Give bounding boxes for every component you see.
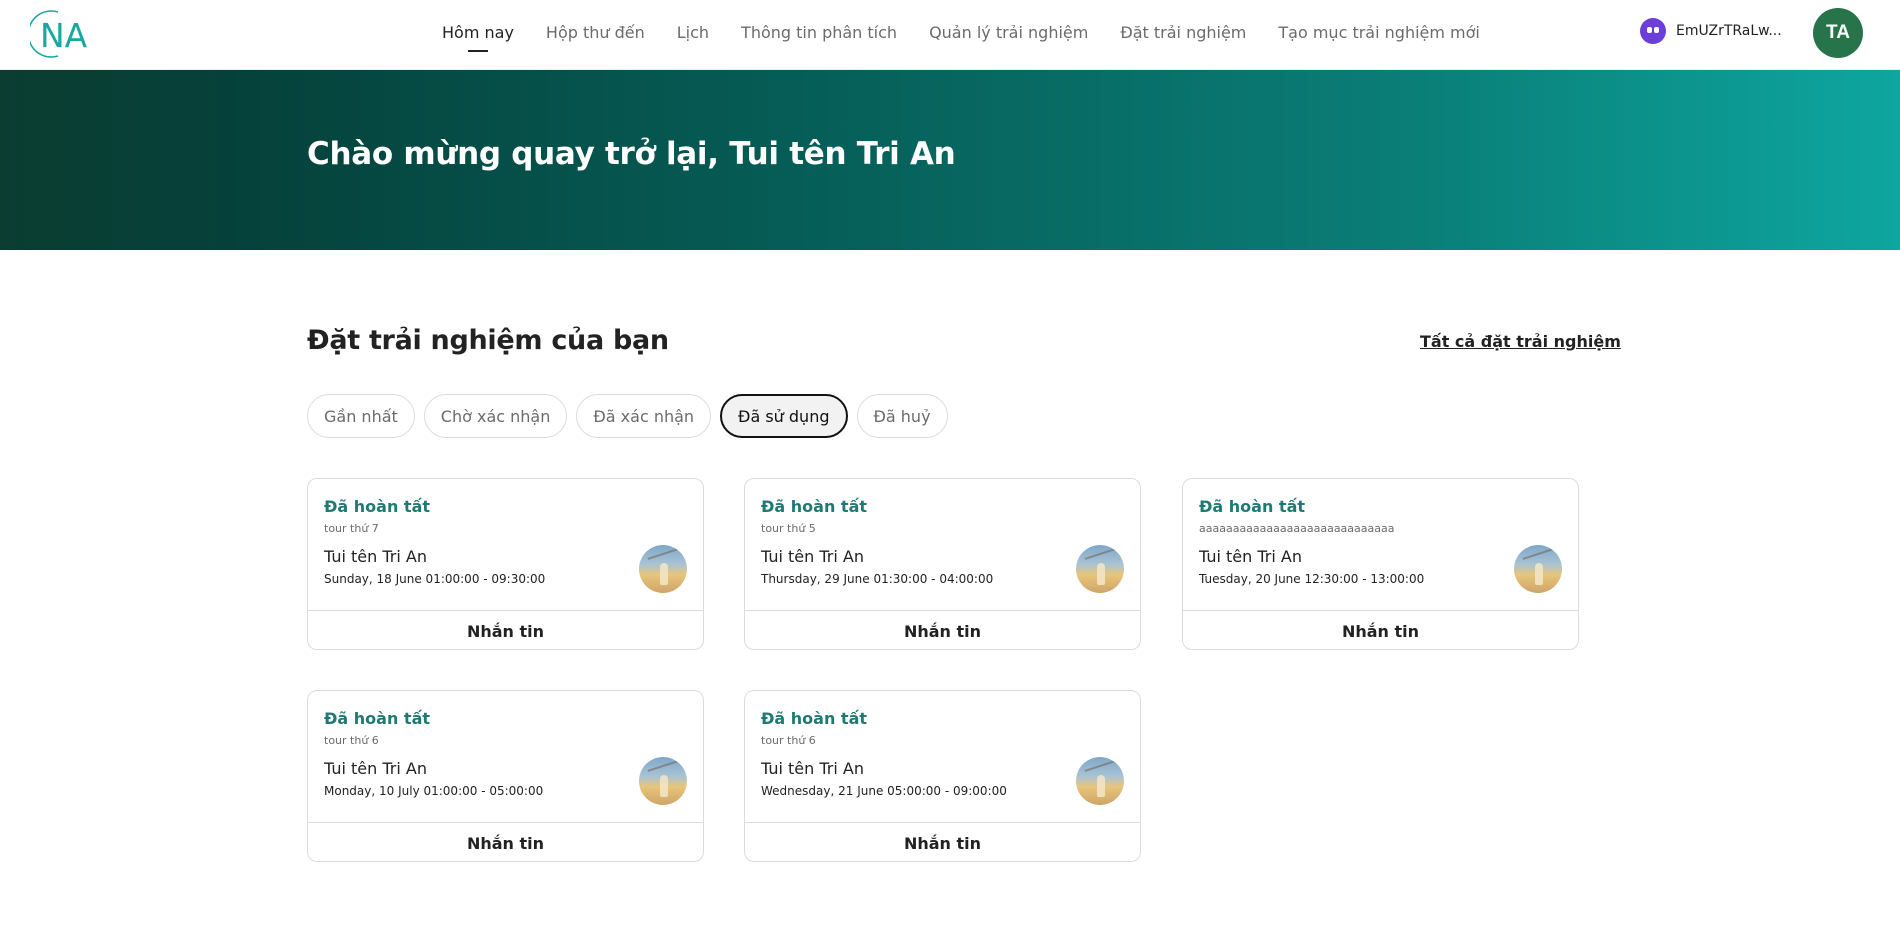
booking-time: Sunday, 18 June 01:00:00 - 09:30:00 xyxy=(324,572,546,586)
booking-status: Đã hoàn tất xyxy=(324,497,431,516)
booking-card: Đã hoàn tất tour thứ 5 Tui tên Tri An Th… xyxy=(744,478,1141,650)
booking-host-name: Tui tên Tri An xyxy=(324,547,427,566)
wallet-ghost-icon xyxy=(1640,18,1666,44)
wallet-account[interactable]: EmUZrTRaLw... xyxy=(1640,18,1782,44)
booking-time: Tuesday, 20 June 12:30:00 - 13:00:00 xyxy=(1199,572,1425,586)
booking-card: Đã hoàn tất tour thứ 7 Tui tên Tri An Su… xyxy=(307,478,704,650)
welcome-banner: Chào mừng quay trở lại, Tui tên Tri An xyxy=(0,70,1900,250)
nav-calendar[interactable]: Lịch xyxy=(661,0,725,70)
message-button[interactable]: Nhắn tin xyxy=(308,611,703,649)
nav-insights[interactable]: Thông tin phân tích xyxy=(725,0,913,70)
booking-card: Đã hoàn tất aaaaaaaaaaaaaaaaaaaaaaaaaaaa… xyxy=(1182,478,1579,650)
guest-photo xyxy=(639,757,687,805)
booking-time: Thursday, 29 June 01:30:00 - 04:00:00 xyxy=(761,572,994,586)
guest-photo xyxy=(1076,545,1124,593)
booking-host-name: Tui tên Tri An xyxy=(761,547,864,566)
booking-tour-name: tour thứ 6 xyxy=(761,734,816,747)
user-avatar[interactable]: TA xyxy=(1813,8,1863,58)
guest-photo xyxy=(1076,757,1124,805)
message-button[interactable]: Nhắn tin xyxy=(1183,611,1578,649)
na-logo[interactable]: NA xyxy=(27,8,96,60)
booking-tour-name: tour thứ 6 xyxy=(324,734,379,747)
booking-filter-tabs: Gần nhất Chờ xác nhận Đã xác nhận Đã sử … xyxy=(307,394,948,438)
booking-host-name: Tui tên Tri An xyxy=(1199,547,1302,566)
welcome-title: Chào mừng quay trở lại, Tui tên Tri An xyxy=(307,136,956,172)
message-button[interactable]: Nhắn tin xyxy=(745,611,1140,649)
guest-photo xyxy=(639,545,687,593)
wallet-address: EmUZrTRaLw... xyxy=(1676,23,1782,39)
booking-host-name: Tui tên Tri An xyxy=(324,759,427,778)
booking-time: Monday, 10 July 01:00:00 - 05:00:00 xyxy=(324,784,544,798)
nav-bookings[interactable]: Đặt trải nghiệm xyxy=(1104,0,1262,70)
booking-tour-name: aaaaaaaaaaaaaaaaaaaaaaaaaaaaa xyxy=(1199,522,1395,535)
guest-photo xyxy=(1514,545,1562,593)
booking-status: Đã hoàn tất xyxy=(761,497,868,516)
booking-card: Đã hoàn tất tour thứ 6 Tui tên Tri An We… xyxy=(744,690,1141,862)
booking-host-name: Tui tên Tri An xyxy=(761,759,864,778)
logo-text: NA xyxy=(40,16,88,55)
top-navigation-bar: NA Hôm nay Hộp thư đến Lịch Thông tin ph… xyxy=(0,0,1900,70)
booking-tour-name: tour thứ 5 xyxy=(761,522,816,535)
booking-time: Wednesday, 21 June 05:00:00 - 09:00:00 xyxy=(761,784,1007,798)
booking-tour-name: tour thứ 7 xyxy=(324,522,379,535)
filter-cancelled[interactable]: Đã huỷ xyxy=(856,394,948,438)
booking-status: Đã hoàn tất xyxy=(761,709,868,728)
filter-pending[interactable]: Chờ xác nhận xyxy=(423,394,568,438)
booking-status: Đã hoàn tất xyxy=(1199,497,1306,516)
all-bookings-link[interactable]: Tất cả đặt trải nghiệm xyxy=(1420,332,1621,351)
filter-recent[interactable]: Gần nhất xyxy=(307,394,415,438)
nav-today[interactable]: Hôm nay xyxy=(426,0,530,70)
main-nav: Hôm nay Hộp thư đến Lịch Thông tin phân … xyxy=(426,0,1496,70)
message-button[interactable]: Nhắn tin xyxy=(308,823,703,861)
message-button[interactable]: Nhắn tin xyxy=(745,823,1140,861)
filter-used[interactable]: Đã sử dụng xyxy=(720,394,848,438)
nav-create-experience[interactable]: Tạo mục trải nghiệm mới xyxy=(1262,0,1495,70)
nav-inbox[interactable]: Hộp thư đến xyxy=(530,0,661,70)
nav-manage-experiences[interactable]: Quản lý trải nghiệm xyxy=(913,0,1104,70)
filter-confirmed[interactable]: Đã xác nhận xyxy=(576,394,712,438)
booking-status: Đã hoàn tất xyxy=(324,709,431,728)
booking-card: Đã hoàn tất tour thứ 6 Tui tên Tri An Mo… xyxy=(307,690,704,862)
bookings-section-title: Đặt trải nghiệm của bạn xyxy=(307,325,669,356)
